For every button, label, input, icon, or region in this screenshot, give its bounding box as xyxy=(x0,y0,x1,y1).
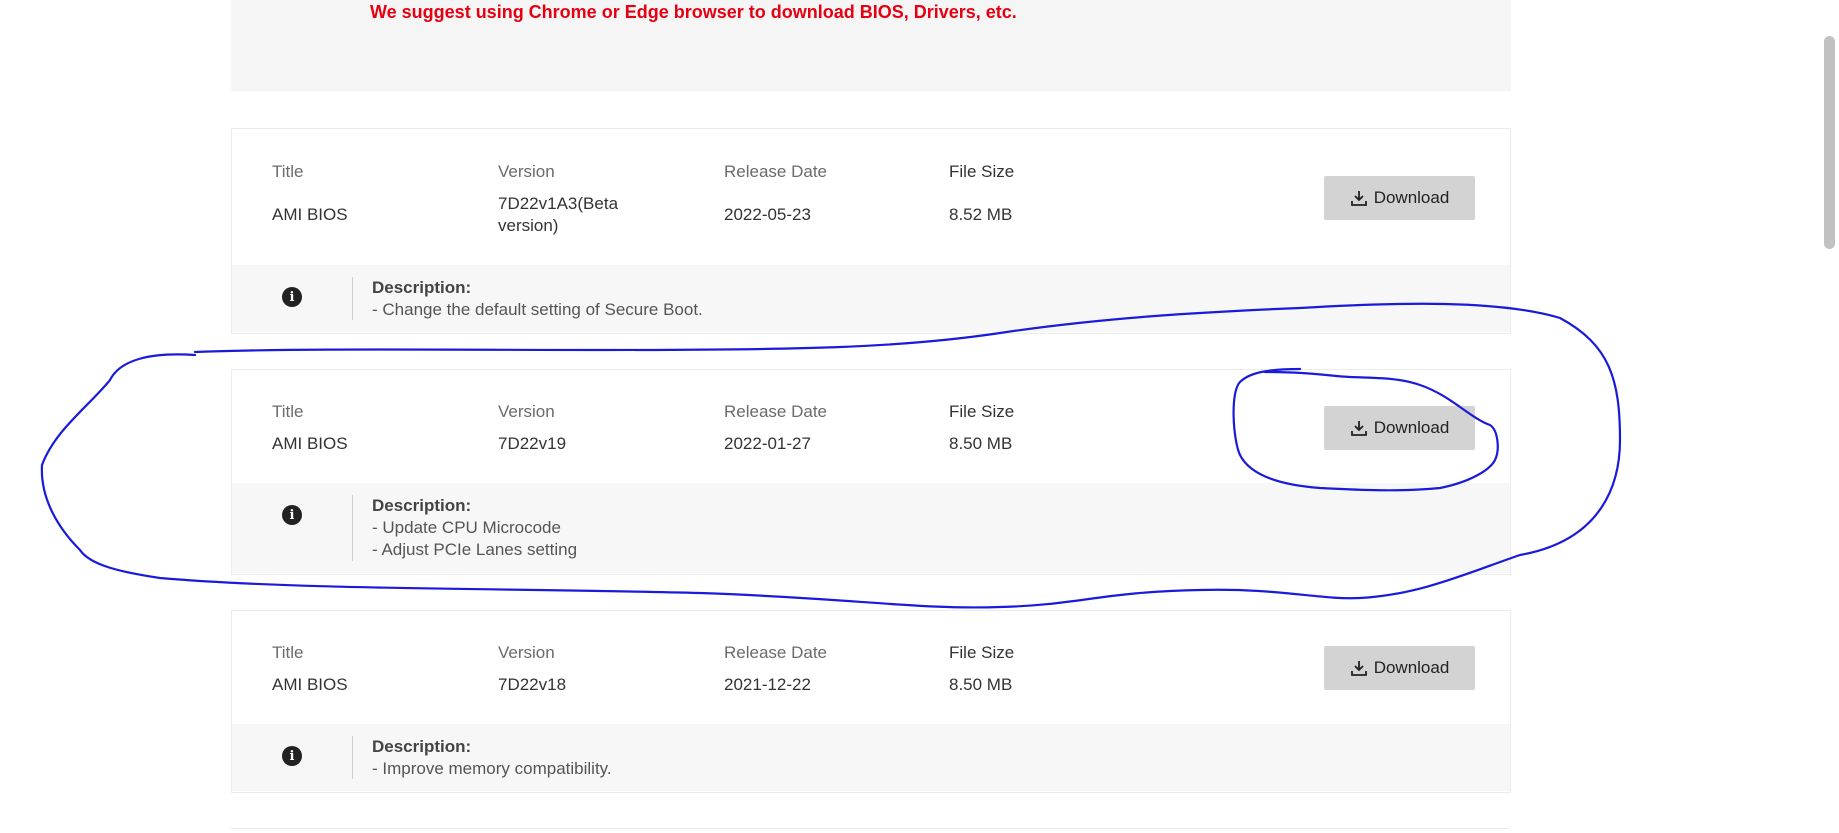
browser-notice-text: We suggest using Chrome or Edge browser … xyxy=(370,2,1017,22)
description-divider xyxy=(352,736,353,779)
description-divider xyxy=(352,495,353,561)
description-label: Description: xyxy=(372,737,472,756)
next-card-edge xyxy=(231,828,1509,833)
description-text: Description: - Update CPU Microcode - Ad… xyxy=(372,495,577,561)
info-icon: i xyxy=(282,746,302,766)
bios-version: 7D22v19 xyxy=(498,434,567,453)
description-text: Description: - Improve memory compatibil… xyxy=(372,736,612,780)
title-header: Title xyxy=(272,162,304,181)
bios-version: 7D22v18 xyxy=(498,675,567,694)
download-label: Download xyxy=(1373,188,1450,207)
bios-version-line: 7D22v1A3(Beta xyxy=(498,194,619,213)
bios-release-date: 2021-12-22 xyxy=(724,675,811,694)
bios-release-date: 2022-01-27 xyxy=(724,434,811,453)
bios-version-line: version) xyxy=(498,216,559,235)
title-header: Title xyxy=(272,643,304,662)
description-line: - Update CPU Microcode xyxy=(372,518,561,537)
file-size-header: File Size xyxy=(949,402,1015,421)
bios-title: AMI BIOS xyxy=(272,205,348,224)
bios-file-size: 8.50 MB xyxy=(949,434,1013,453)
file-size-header: File Size xyxy=(949,643,1015,662)
scrollbar-thumb[interactable] xyxy=(1824,36,1835,249)
description-label: Description: xyxy=(372,496,472,515)
download-icon xyxy=(1350,421,1367,436)
bios-release-date: 2022-05-23 xyxy=(724,205,811,224)
title-header: Title xyxy=(272,402,304,421)
page-scrollbar[interactable] xyxy=(1821,0,1839,832)
bios-file-size: 8.50 MB xyxy=(949,675,1013,694)
version-header: Version xyxy=(498,162,555,181)
bios-entry-header: Title Version Release Date File Size AMI… xyxy=(232,611,1510,724)
release-date-header: Release Date xyxy=(724,162,828,181)
description-divider xyxy=(352,277,353,320)
version-header: Version xyxy=(498,643,555,662)
download-label: Download xyxy=(1373,658,1450,677)
bios-entry-card: Title Version Release Date File Size AMI… xyxy=(231,128,1511,334)
file-size-header: File Size xyxy=(949,162,1015,181)
description-panel: i Description: - Update CPU Microcode - … xyxy=(232,483,1510,573)
bios-entry-header: Title Version Release Date File Size AMI… xyxy=(232,370,1510,483)
bios-title: AMI BIOS xyxy=(272,434,348,453)
download-button[interactable]: Download xyxy=(1324,176,1475,220)
description-text: Description: - Change the default settin… xyxy=(372,277,703,321)
release-date-header: Release Date xyxy=(724,402,828,421)
browser-notice-box: We suggest using Chrome or Edge browser … xyxy=(231,0,1511,91)
bios-entry-card: Title Version Release Date File Size AMI… xyxy=(231,610,1511,793)
bios-entry-header: Title Version Release Date File Size AMI… xyxy=(232,129,1510,265)
description-line: - Improve memory compatibility. xyxy=(372,759,612,778)
info-icon: i xyxy=(282,287,302,307)
version-header: Version xyxy=(498,402,555,421)
release-date-header: Release Date xyxy=(724,643,828,662)
description-label: Description: xyxy=(372,278,472,297)
download-button[interactable]: Download xyxy=(1324,646,1475,690)
description-panel: i Description: - Change the default sett… xyxy=(232,265,1510,332)
bios-title: AMI BIOS xyxy=(272,675,348,694)
description-line: - Adjust PCIe Lanes setting xyxy=(372,540,578,559)
bios-entry-card: Title Version Release Date File Size AMI… xyxy=(231,369,1511,575)
description-panel: i Description: - Improve memory compatib… xyxy=(232,724,1510,791)
download-icon xyxy=(1350,661,1367,676)
description-line: - Change the default setting of Secure B… xyxy=(372,300,703,319)
download-label: Download xyxy=(1373,418,1450,437)
bios-file-size: 8.52 MB xyxy=(949,205,1013,224)
info-icon: i xyxy=(282,505,302,525)
download-icon xyxy=(1350,191,1367,206)
bios-version: 7D22v1A3(Beta version) xyxy=(498,193,618,237)
download-button[interactable]: Download xyxy=(1324,406,1475,450)
